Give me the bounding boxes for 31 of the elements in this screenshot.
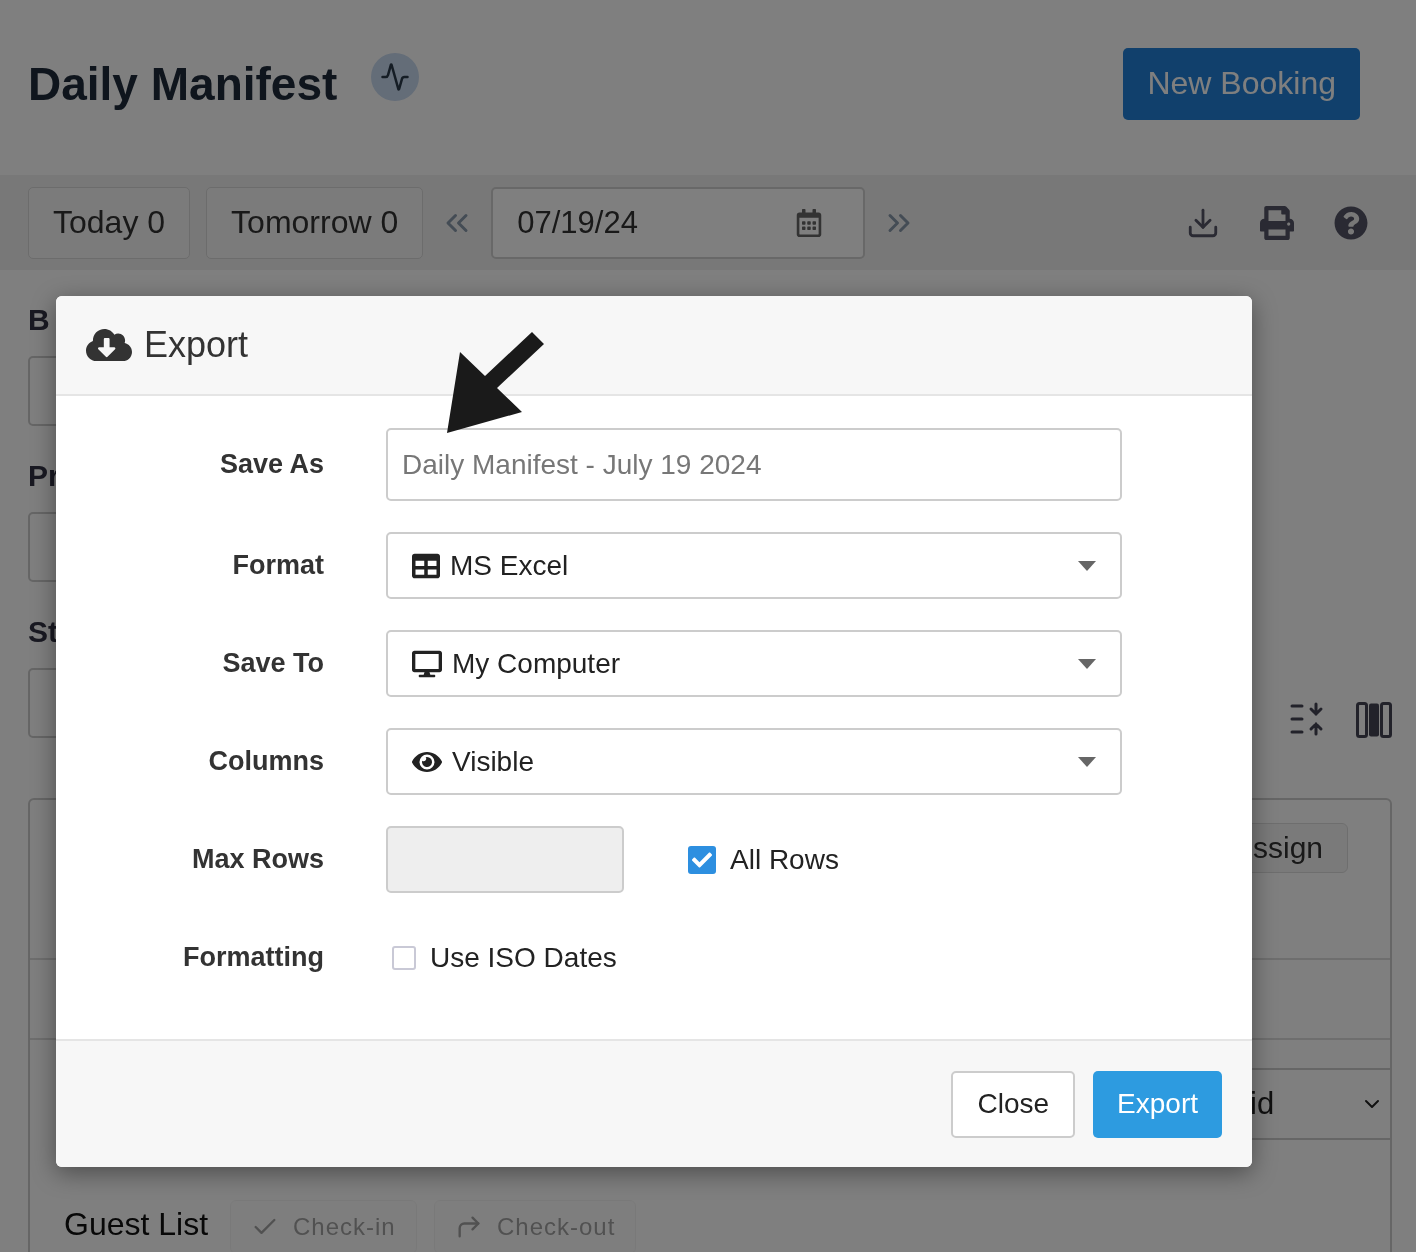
field-label: Columns bbox=[207, 746, 324, 777]
file-name-field[interactable]: Daily Manifest - July 19 2024 bbox=[386, 428, 1122, 501]
section-title: Guest List bbox=[64, 1206, 209, 1243]
field-label: Max Rows bbox=[190, 844, 324, 875]
export-button[interactable]: Export bbox=[1093, 1070, 1222, 1138]
caret-icon bbox=[1078, 658, 1096, 669]
dropdown-select[interactable]: MS Excel bbox=[386, 532, 1122, 599]
caret-icon bbox=[1078, 756, 1096, 767]
help-icon[interactable] bbox=[1334, 205, 1368, 240]
quick-date-button[interactable]: Today 0 bbox=[28, 186, 191, 259]
date-field[interactable]: 07/19/24 bbox=[491, 186, 866, 259]
filter-label: B bbox=[28, 302, 51, 338]
print-icon[interactable] bbox=[1260, 205, 1294, 240]
checkbox-option[interactable]: Use ISO Dates bbox=[392, 941, 617, 974]
caret-icon bbox=[1078, 560, 1096, 571]
dropdown-select[interactable]: Visible bbox=[386, 728, 1122, 795]
dialog-title: Export bbox=[144, 324, 249, 366]
dropdown-select[interactable]: My Computer bbox=[386, 630, 1122, 697]
page-title: Daily Manifest bbox=[28, 56, 338, 111]
filter-label: Pr bbox=[28, 458, 54, 494]
field-label: Formatting bbox=[182, 942, 324, 973]
calendar-icon bbox=[795, 208, 824, 237]
close-button[interactable]: Close bbox=[951, 1070, 1076, 1138]
field-label: Save To bbox=[221, 648, 324, 679]
quick-date-button[interactable]: Tomorrow 0 bbox=[206, 186, 424, 259]
new-booking-button[interactable]: New Booking bbox=[1123, 47, 1360, 120]
field-label: Format bbox=[231, 550, 324, 581]
monitor-icon bbox=[412, 648, 442, 679]
field-label: Save As bbox=[218, 449, 324, 480]
table-icon bbox=[412, 551, 440, 580]
filter-label: St bbox=[28, 614, 54, 650]
